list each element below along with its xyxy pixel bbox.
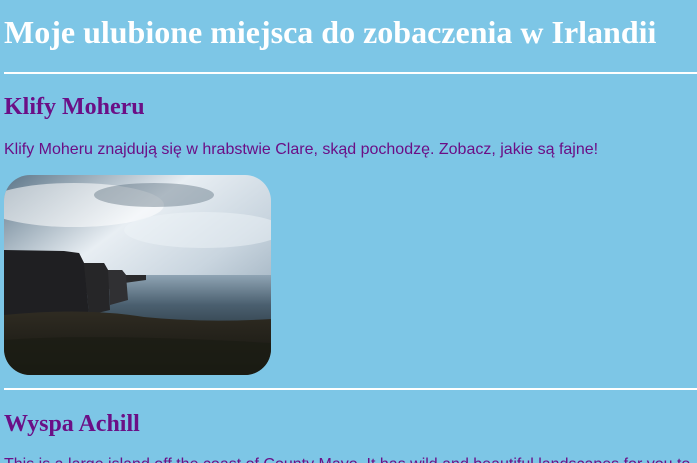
- page-title: Moje ulubione miejsca do zobaczenia w Ir…: [4, 14, 657, 50]
- section-text-achill: This is a large island off the coast of …: [4, 455, 690, 463]
- section-heading-achill: Wyspa Achill: [4, 411, 140, 437]
- section-text-cliffs: Klify Moheru znajdują się w hrabstwie Cl…: [4, 141, 599, 158]
- divider: [4, 72, 697, 74]
- divider: [4, 388, 697, 390]
- page: Moje ulubione miejsca do zobaczenia w Ir…: [0, 0, 697, 463]
- section-heading-cliffs: Klify Moheru: [4, 94, 145, 120]
- cliffs-photo: [4, 175, 271, 375]
